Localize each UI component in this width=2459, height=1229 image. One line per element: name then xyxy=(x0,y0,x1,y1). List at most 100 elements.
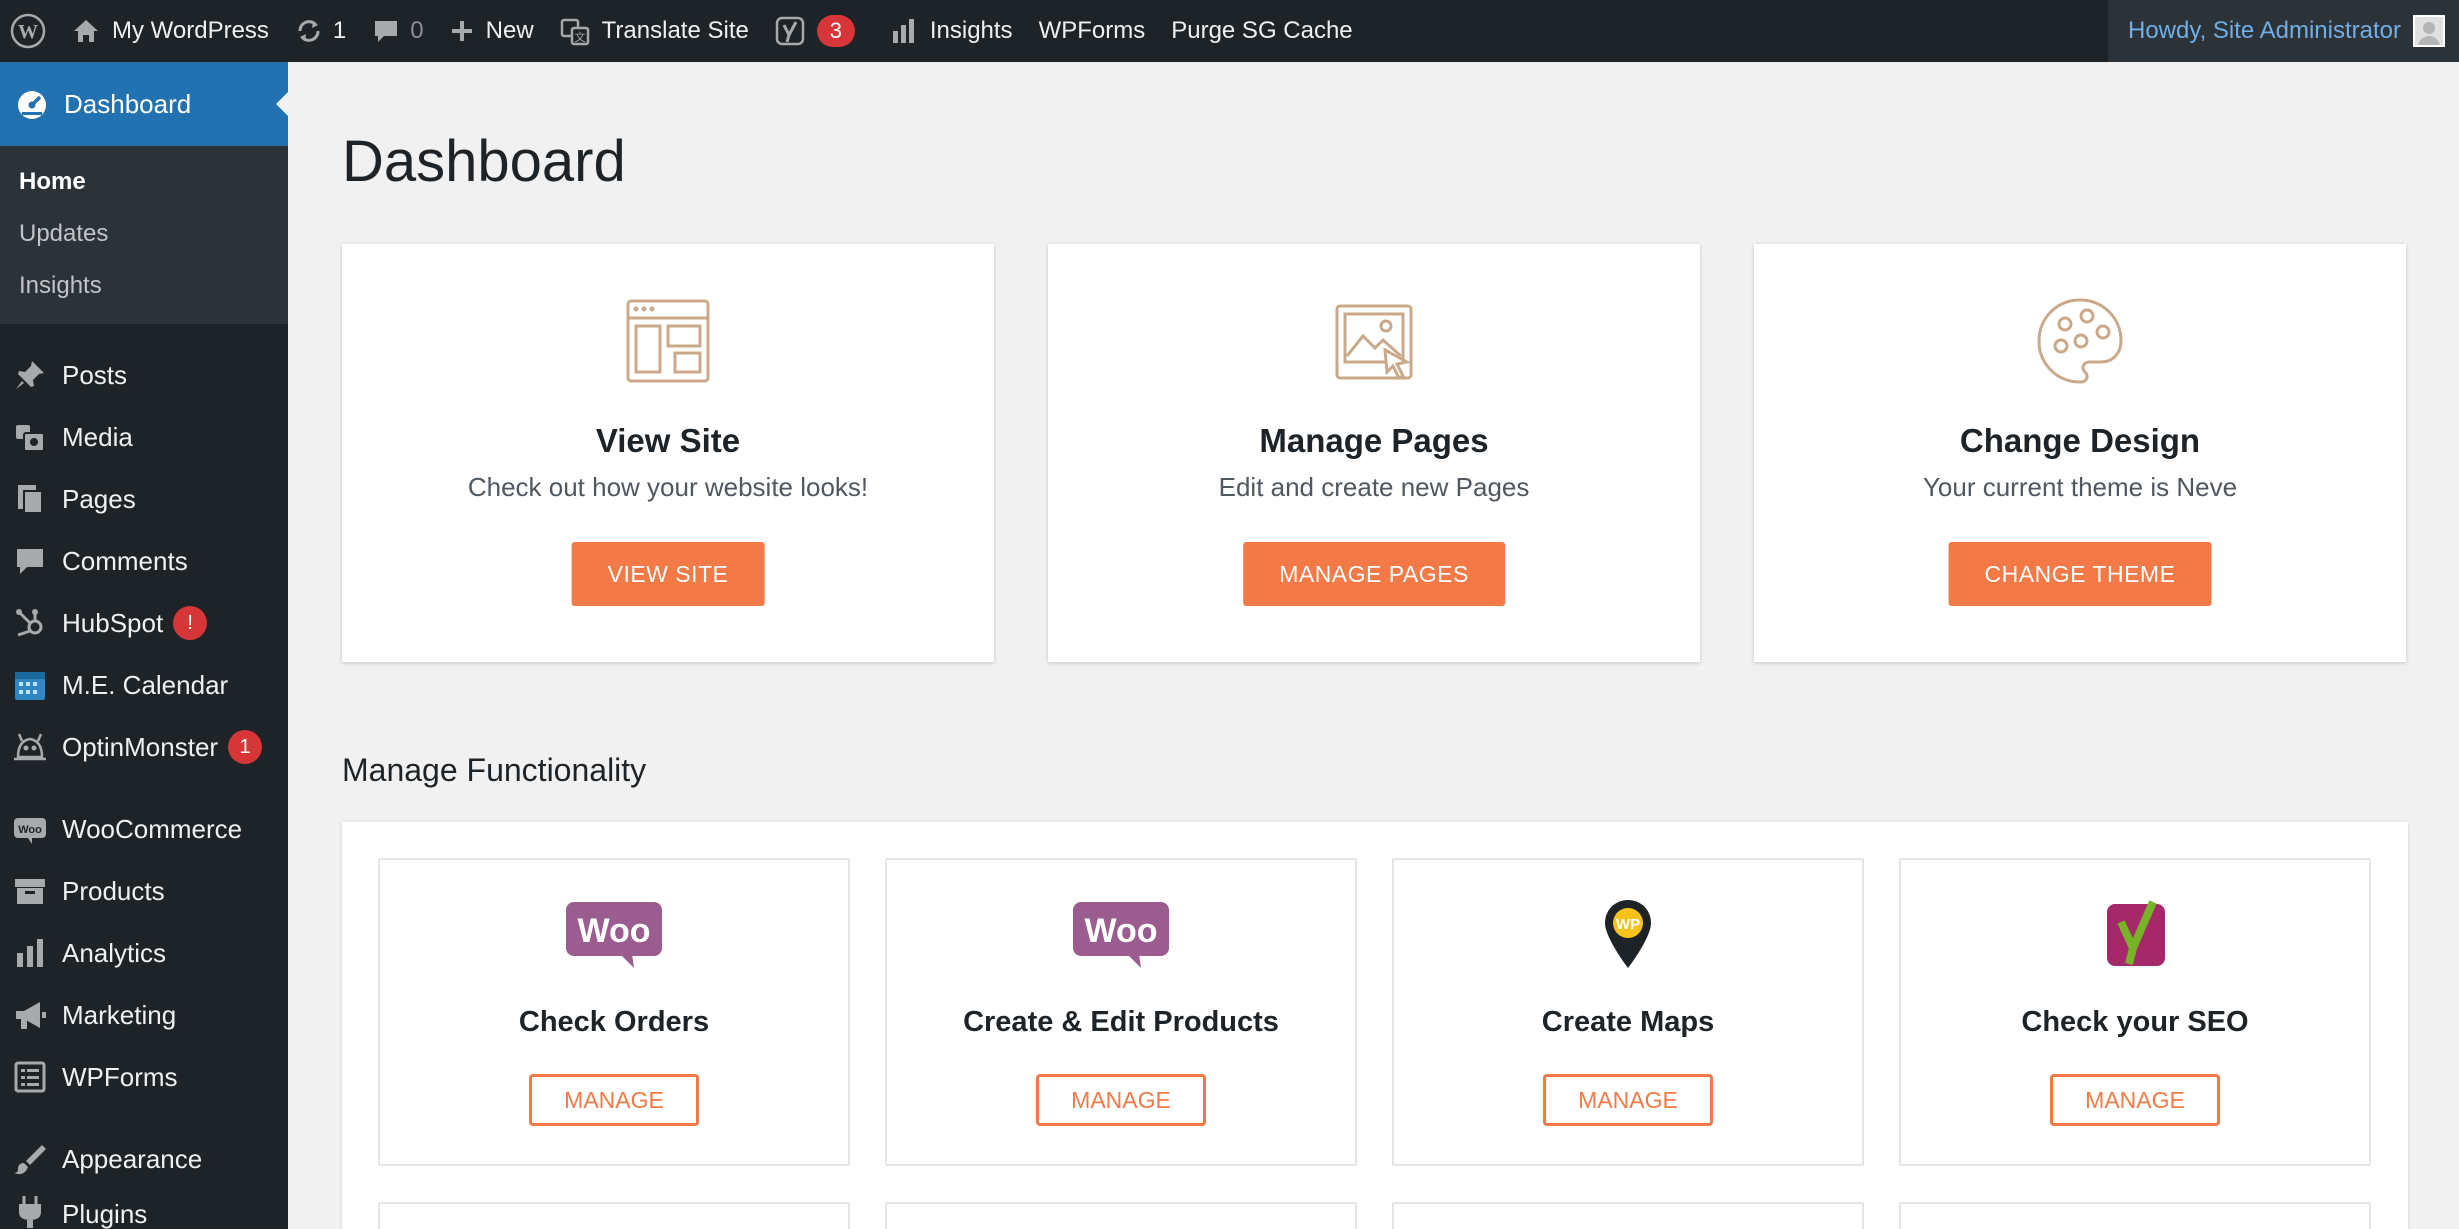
card-description: Your current theme is Neve xyxy=(1922,472,2238,502)
translate-label: Translate Site xyxy=(601,17,749,44)
brush-icon xyxy=(14,1145,46,1175)
manage-seo-button[interactable]: MANAGE xyxy=(2050,1074,2220,1126)
current-menu-arrow xyxy=(276,92,288,116)
function-title: Create & Edit Products xyxy=(963,1006,1279,1038)
yoast-menu[interactable]: 3 xyxy=(762,0,868,62)
sidebar-item-label: OptinMonster xyxy=(62,731,219,762)
submenu-item-home[interactable]: Home xyxy=(0,156,288,208)
hubspot-icon xyxy=(16,609,43,637)
sidebar-item-me-calendar[interactable]: M.E. Calendar xyxy=(0,654,288,716)
change-theme-button[interactable]: CHANGE THEME xyxy=(1948,542,2212,606)
woo-icon: Woo xyxy=(14,818,46,844)
purge-label: Purge SG Cache xyxy=(1171,17,1353,44)
updates-link[interactable]: 1 xyxy=(282,0,359,62)
avatar xyxy=(2413,15,2445,47)
howdy-text: Howdy, Site Administrator xyxy=(2128,17,2401,44)
map-pin-icon: WP xyxy=(1605,900,1651,968)
woocommerce-logo-icon: Woo xyxy=(1073,902,1169,968)
function-title: Check your SEO xyxy=(2021,1006,2249,1038)
function-card-partial xyxy=(1899,1202,2371,1229)
dashboard-submenu: Home Updates Insights xyxy=(0,146,288,324)
sidebar-item-marketing[interactable]: Marketing xyxy=(0,984,288,1046)
check-seo-card: y Check your SEO MANAGE xyxy=(1899,858,2371,1166)
manage-pages-button[interactable]: MANAGE PAGES xyxy=(1243,542,1505,606)
sidebar-item-label: WPForms xyxy=(62,1061,178,1092)
create-maps-card: WP Create Maps MANAGE xyxy=(1392,858,1864,1166)
manage-products-button[interactable]: MANAGE xyxy=(1036,1074,1206,1126)
manage-pages-card: Manage Pages Edit and create new Pages M… xyxy=(1048,244,1700,662)
sidebar-item-analytics[interactable]: Analytics xyxy=(0,922,288,984)
sidebar-item-label: Products xyxy=(62,875,165,906)
sidebar-item-media[interactable]: Media xyxy=(0,406,288,468)
svg-text:WP: WP xyxy=(1616,916,1640,933)
sidebar-item-label: Pages xyxy=(62,483,136,514)
sidebar-item-plugins[interactable]: Plugins xyxy=(0,1190,288,1229)
browser-layout-icon xyxy=(626,299,710,383)
sidebar-item-hubspot[interactable]: HubSpot ! xyxy=(0,592,288,654)
home-icon xyxy=(74,20,98,42)
sidebar-item-woocommerce[interactable]: Woo WooCommerce xyxy=(0,798,288,860)
sidebar-item-label: Plugins xyxy=(62,1199,148,1229)
sidebar-item-label: Posts xyxy=(62,359,128,390)
dashboard-gauge-icon xyxy=(18,91,46,119)
insights-label: Insights xyxy=(929,17,1013,44)
sidebar-item-pages[interactable]: Pages xyxy=(0,468,288,530)
section-title: Manage Functionality xyxy=(342,752,647,788)
comment-icon xyxy=(375,21,398,42)
function-card-partial xyxy=(1392,1202,1864,1229)
sidebar-item-label: Marketing xyxy=(62,999,177,1030)
insights-link[interactable]: Insights xyxy=(868,0,1026,62)
comments-icon xyxy=(17,549,43,574)
submenu-item-updates[interactable]: Updates xyxy=(0,208,288,260)
wpforms-label: WPForms xyxy=(1038,17,1146,44)
forms-icon xyxy=(14,1061,46,1093)
sidebar-item-optinmonster[interactable]: OptinMonster 1 xyxy=(0,716,288,778)
svg-text:Woo: Woo xyxy=(1084,912,1157,950)
updates-count: 1 xyxy=(332,17,347,44)
palette-icon xyxy=(2037,298,2123,384)
sidebar-item-posts[interactable]: Posts xyxy=(0,344,288,406)
new-label: New xyxy=(485,17,534,44)
sidebar-item-products[interactable]: Products xyxy=(0,860,288,922)
sidebar-item-comments[interactable]: Comments xyxy=(0,530,288,592)
manage-maps-button[interactable]: MANAGE xyxy=(1543,1074,1713,1126)
submenu-item-insights[interactable]: Insights xyxy=(0,260,288,312)
site-name-link[interactable]: My WordPress xyxy=(59,0,282,62)
translate-site-link[interactable]: 文 Translate Site xyxy=(547,0,762,62)
yoast-notification-badge: 3 xyxy=(816,15,855,47)
yoast-icon xyxy=(775,16,805,46)
view-site-button[interactable]: VIEW SITE xyxy=(571,542,765,606)
wpforms-link[interactable]: WPForms xyxy=(1026,0,1159,62)
purge-cache-link[interactable]: Purge SG Cache xyxy=(1158,0,1365,62)
create-edit-products-card: Woo Create & Edit Products MANAGE xyxy=(885,858,1357,1166)
bar-chart-icon xyxy=(892,19,914,43)
manage-orders-button[interactable]: MANAGE xyxy=(529,1074,699,1126)
sidebar-item-label: M.E. Calendar xyxy=(62,669,229,700)
wordpress-logo-icon[interactable]: W xyxy=(0,0,59,62)
change-design-card: Change Design Your current theme is Neve… xyxy=(1754,244,2406,662)
media-icon xyxy=(16,425,45,452)
new-content-link[interactable]: New xyxy=(437,0,547,62)
pages-icon xyxy=(18,485,43,514)
function-card-partial xyxy=(378,1202,850,1229)
admin-sidebar: Dashboard Home Updates Insights Posts Me… xyxy=(0,62,288,1229)
yoast-logo-icon: y xyxy=(2107,900,2165,966)
calendar-icon xyxy=(15,672,45,700)
account-menu[interactable]: Howdy, Site Administrator xyxy=(2108,0,2459,62)
woocommerce-logo-icon: Woo xyxy=(566,902,662,968)
svg-text:Woo: Woo xyxy=(18,824,42,836)
card-title: Change Design xyxy=(1959,422,2201,459)
sidebar-item-wpforms[interactable]: WPForms xyxy=(0,1046,288,1108)
svg-text:文: 文 xyxy=(574,30,585,44)
chart-bar-icon xyxy=(17,939,43,967)
card-title: View Site xyxy=(595,422,741,459)
page-title: Dashboard xyxy=(342,129,626,194)
sidebar-item-dashboard[interactable]: Dashboard xyxy=(0,62,288,146)
sidebar-item-label: Dashboard xyxy=(64,88,192,119)
site-name: My WordPress xyxy=(112,17,269,44)
sidebar-item-label: Media xyxy=(62,421,133,452)
comments-link[interactable]: 0 xyxy=(359,0,436,62)
sidebar-item-appearance[interactable]: Appearance xyxy=(0,1128,288,1190)
notification-badge: 1 xyxy=(228,730,263,764)
pin-icon xyxy=(16,361,44,389)
